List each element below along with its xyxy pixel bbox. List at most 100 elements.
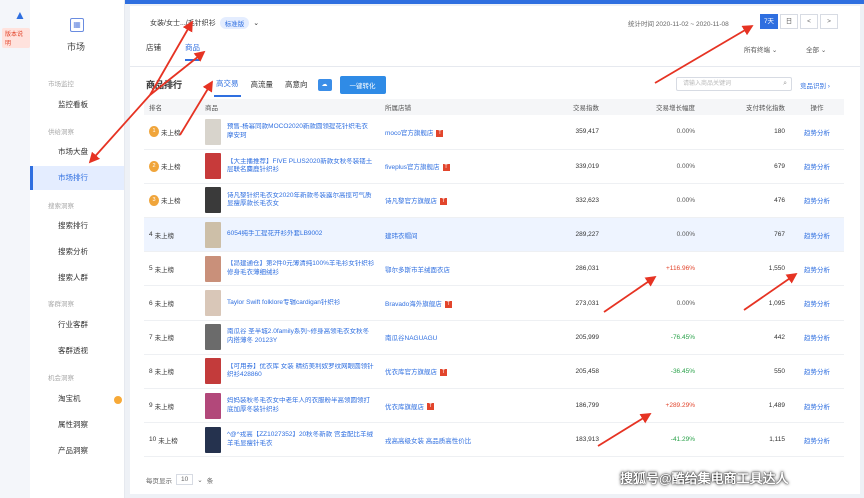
category-selector[interactable]: 女装/女士.../毛针织衫 标准版 ⌄	[150, 14, 259, 32]
chevron-down-icon[interactable]: ⌄	[253, 19, 259, 27]
competitor-link[interactable]: 竞品识别 ›	[800, 80, 830, 90]
sidebar-item-industry-crowd[interactable]: 行业客群	[30, 313, 124, 337]
search-input[interactable]: 请输入商品关键词 ⌕	[676, 77, 792, 91]
trend-analysis-link[interactable]: 趋势分析	[804, 233, 830, 240]
trend-analysis-link[interactable]: 趋势分析	[804, 130, 830, 137]
sidebar-item-search-analysis[interactable]: 搜索分析	[30, 240, 124, 264]
sidebar-item-crowd-insight[interactable]: 客群透视	[30, 339, 124, 363]
product-thumbnail[interactable]	[205, 221, 221, 248]
product-thumbnail[interactable]	[205, 187, 221, 214]
sidebar-item-search-ranking[interactable]: 搜索排行	[30, 214, 124, 238]
trend-analysis-link[interactable]: 趋势分析	[804, 369, 830, 376]
trend-analysis-link[interactable]: 趋势分析	[804, 404, 830, 411]
table-row: 2 未上榜 【大主播推荐】FIVE PLUS2020新款女秋冬装镂土层联名麋鹿针织…	[144, 149, 844, 184]
region-select[interactable]: 全部 ⌄	[806, 44, 826, 54]
sidebar-item-attribute-insight[interactable]: 属性洞察	[30, 413, 124, 437]
shop-name-link[interactable]: 南瓜谷NAGUAGU	[385, 335, 437, 342]
main-panel: 女装/女士.../毛针织衫 标准版 ⌄ 统计时间 2020-11-02 ~ 20…	[130, 6, 860, 494]
operation-cell: 趋势分析	[790, 285, 844, 321]
shop-name-link[interactable]: fiveplus官方旗舰店	[385, 164, 440, 171]
sub-tabs: 店铺 商品	[146, 42, 200, 61]
rank-medal-icon: 1	[149, 126, 159, 138]
sidebar-group-label: 搜索洞察	[48, 203, 74, 210]
product-name-link[interactable]: ^@^戎高【ZZ1027352】20秋冬新款 宫金配比羊绒羊毛显瘦针毛衣	[227, 431, 375, 449]
tab-high-intent[interactable]: 高意向	[283, 73, 310, 96]
col-trade-index[interactable]: 交易指数	[518, 99, 604, 115]
product-name-link[interactable]: 妈妈装秋冬毛衣女中老年人的衣服粉半高领圆领打底加厚冬装针织衫	[227, 397, 375, 415]
product-cell: 南瓜谷 圣半城2.0family系列~修身高领毛衣女秋冬内搭薄冬 20123Y	[200, 320, 380, 355]
product-name-link[interactable]: 南瓜谷 圣半城2.0family系列~修身高领毛衣女秋冬内搭薄冬 20123Y	[227, 328, 375, 346]
shop-name-link[interactable]: moco官方旗舰店	[385, 130, 433, 137]
col-rank[interactable]: 排名	[144, 99, 200, 115]
shop-name-link[interactable]: 鄂尔多斯市羊绒面衣店	[385, 267, 450, 274]
product-name-link[interactable]: 【昂建通仓】第2件0元薄清纯100%羊毛衫女针织衫修身毛衣薄细绒衫	[227, 260, 375, 278]
product-name-link[interactable]: 预售-杨幂同款MOCO2020新款圆领提花针织毛衣 摩安珂	[227, 123, 375, 141]
sidebar-group-label: 市场监控	[48, 81, 74, 88]
region-select-value: 全部	[806, 47, 819, 54]
chevron-down-icon: ⌄	[771, 47, 778, 54]
conversion-cell: 476	[700, 183, 790, 219]
product-thumbnail[interactable]	[205, 358, 221, 385]
range-day-button[interactable]: 日	[780, 14, 798, 29]
trend-analysis-link[interactable]: 趋势分析	[804, 301, 830, 308]
chart-toggle-icon[interactable]: ☁	[317, 78, 332, 91]
next-period-button[interactable]: >	[820, 14, 838, 29]
category-path[interactable]: 女装/女士.../毛针织衫	[150, 18, 216, 28]
search-icon[interactable]: ⌕	[783, 78, 787, 90]
shop-name-link[interactable]: Bravado海外旗舰店	[385, 301, 442, 308]
shop-cell: 建玮衣帽间	[380, 217, 518, 253]
metric-tabs: 高交易 高流量 高意向 ☁ 一键转化	[214, 72, 386, 97]
prev-period-button[interactable]: <	[800, 14, 818, 29]
trend-analysis-link[interactable]: 趋势分析	[804, 438, 830, 445]
product-name-link[interactable]: 【可用券】优衣库 女装 精纺美利奴罗纹网眼圆领针织衫428860	[227, 363, 375, 381]
product-cell: 【可用券】优衣库 女装 精纺美利奴罗纹网眼圆领针织衫428860	[200, 354, 380, 390]
product-thumbnail[interactable]	[205, 290, 221, 317]
sidebar-item-market-ranking[interactable]: 市场排行	[30, 166, 124, 190]
product-thumbnail[interactable]	[205, 324, 221, 351]
product-thumbnail[interactable]	[205, 255, 221, 282]
trend-analysis-link[interactable]: 趋势分析	[804, 198, 830, 205]
product-name-link[interactable]: 6054纯手工提花开衫外套LB9002	[227, 230, 322, 239]
product-cell: 诗凡黎针织毛衣女2020年新款冬装露尔高揽可气质显瘦厚款长毛衣女	[200, 183, 380, 219]
product-thumbnail[interactable]	[205, 426, 221, 453]
conversion-cell: 1,095	[700, 285, 790, 321]
notification-dot	[114, 396, 122, 404]
shop-name-link[interactable]: 诗凡黎官方旗舰店	[385, 198, 437, 205]
device-select[interactable]: 所有终端 ⌄	[744, 44, 777, 54]
table-row: 3 未上榜 诗凡黎针织毛衣女2020年新款冬装露尔高揽可气质显瘦厚款长毛衣女 诗凡…	[144, 183, 844, 219]
tab-products[interactable]: 商品	[185, 42, 200, 61]
version-badge[interactable]: 版本说明	[2, 28, 30, 48]
product-name-link[interactable]: Taylor Swift folklore专辑cardigan针织衫	[227, 299, 340, 308]
product-thumbnail[interactable]	[205, 118, 221, 145]
product-thumbnail[interactable]	[205, 392, 221, 419]
operation-cell: 趋势分析	[790, 422, 844, 458]
product-name-link[interactable]: 【大主播推荐】FIVE PLUS2020新款女秋冬装镂土层联名麋鹿针织衫	[227, 158, 375, 176]
tab-shops[interactable]: 店铺	[146, 42, 161, 61]
trend-analysis-link[interactable]: 趋势分析	[804, 335, 830, 342]
product-name-link[interactable]: 诗凡黎针织毛衣女2020年新款冬装露尔高揽可气质显瘦厚款长毛衣女	[227, 192, 375, 210]
shop-name-link[interactable]: 优衣库旗舰店	[385, 404, 424, 411]
product-thumbnail[interactable]	[205, 153, 221, 180]
shop-name-link[interactable]: 优衣库官方旗舰店	[385, 369, 437, 376]
col-growth[interactable]: 交易增长幅度	[604, 99, 700, 115]
sidebar-item-search-crowd[interactable]: 搜索人群	[30, 266, 124, 290]
sidebar-item-product-insight[interactable]: 产品洞察	[30, 439, 124, 463]
trend-analysis-link[interactable]: 趋势分析	[804, 267, 830, 274]
page-size-select[interactable]: 10	[176, 474, 194, 485]
trend-analysis-link[interactable]: 趋势分析	[804, 164, 830, 171]
page-size-chevron-icon[interactable]: ⌄	[197, 476, 202, 484]
rocket-icon[interactable]: ▲	[14, 8, 26, 22]
sidebar-item-monitor-board[interactable]: 监控看板	[30, 93, 124, 117]
tab-high-transaction[interactable]: 高交易	[214, 72, 241, 97]
shop-name-link[interactable]: 戎高高级女装 高品质高性价比	[385, 438, 471, 445]
tab-high-traffic[interactable]: 高流量	[249, 73, 276, 96]
sidebar-item-taobao-opportunity[interactable]: 淘宝机	[30, 387, 124, 411]
rank-label: 未上榜	[154, 335, 175, 343]
sidebar-item-market-overview[interactable]: 市场大盘	[30, 140, 124, 164]
rank-number: 5	[149, 265, 153, 273]
shop-name-link[interactable]: 建玮衣帽间	[385, 233, 418, 240]
market-icon: ▦	[70, 18, 84, 32]
col-conversion[interactable]: 支付转化指数	[700, 99, 790, 115]
range-7d-button[interactable]: 7天	[760, 14, 778, 29]
convert-button[interactable]: 一键转化	[339, 75, 386, 94]
